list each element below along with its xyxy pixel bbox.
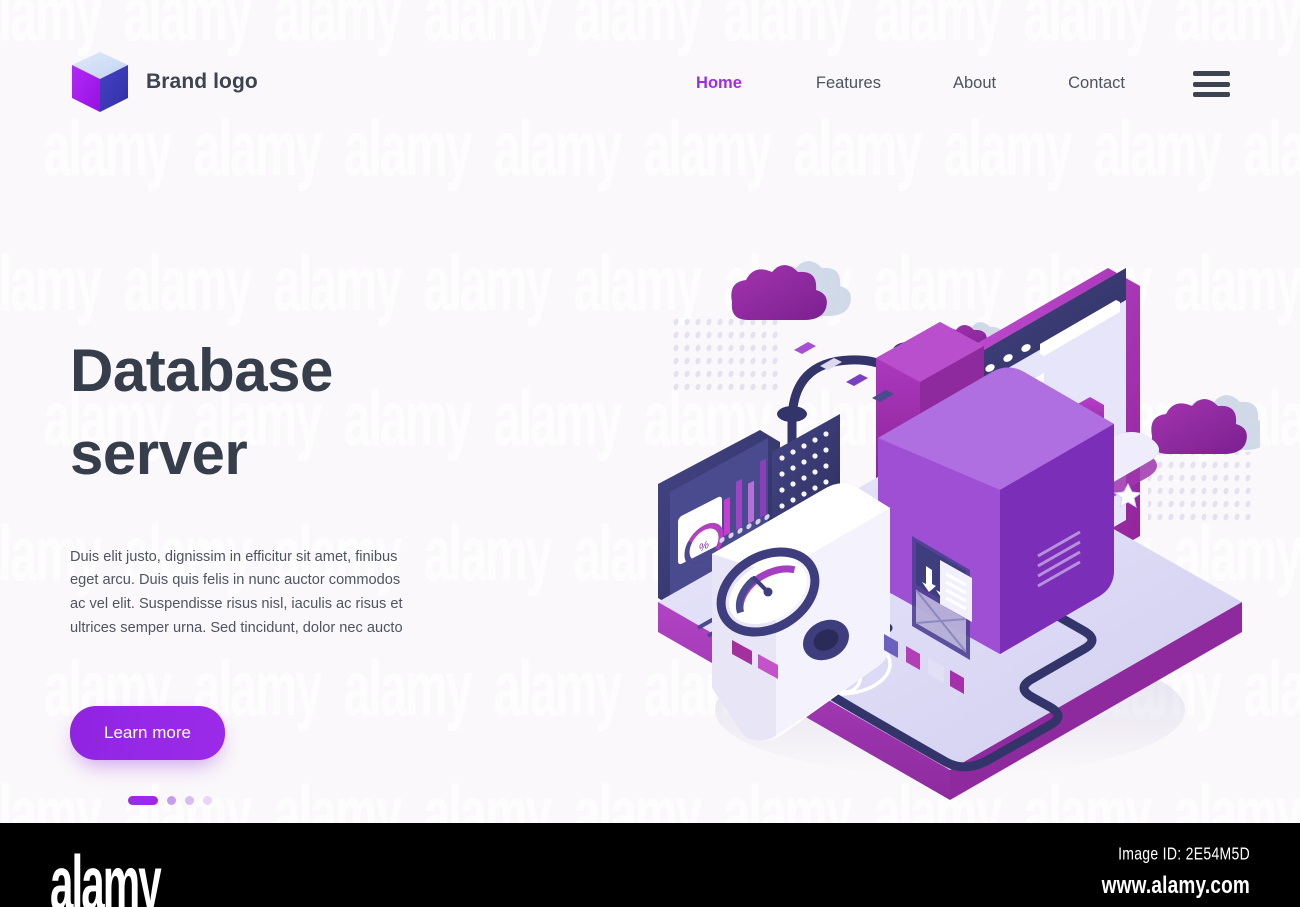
lamp-joint [777, 406, 807, 422]
brand-logo[interactable]: Brand logo [70, 50, 258, 114]
carousel-dot[interactable] [185, 796, 194, 806]
rain-cloud-right [1148, 395, 1260, 524]
page-title: Database server [70, 337, 333, 487]
hamburger-bar [1193, 92, 1230, 97]
hamburger-menu-icon[interactable] [1193, 71, 1230, 97]
carousel-dot[interactable] [167, 796, 176, 806]
main-navigation: Home Features About Contact [696, 70, 1230, 97]
isometric-cube-icon [70, 50, 130, 114]
alamy-watermark-bar: alamy Image ID: 2E54M5D www.alamy.com [0, 823, 1300, 907]
carousel-dot[interactable] [203, 796, 212, 806]
nav-item-features[interactable]: Features [816, 70, 881, 97]
alamy-logo: alamy [50, 840, 162, 907]
landing-page: alamyalamyalamyalamyalamyalamyalamyalamy… [0, 0, 1300, 907]
nav-item-home[interactable]: Home [696, 70, 742, 97]
hamburger-bar [1193, 71, 1230, 76]
hamburger-bar [1193, 81, 1230, 87]
nav-item-about[interactable]: About [953, 70, 996, 97]
isometric-database-server-illustration: % [640, 240, 1260, 800]
hero-copy-column: Database server Duis elit justo, digniss… [70, 330, 490, 806]
site-header: Brand logo Home Features About Contact [0, 0, 1300, 160]
carousel-pagination [128, 796, 490, 806]
hero-paragraph: Duis elit justo, dignissim in efficitur … [70, 548, 403, 636]
nav-item-contact[interactable]: Contact [1068, 70, 1125, 97]
alamy-url-label: www.alamy.com [1101, 873, 1250, 900]
learn-more-button[interactable]: Learn more [70, 706, 225, 761]
carousel-dot-active[interactable] [128, 796, 158, 806]
brand-name-label: Brand logo [146, 70, 258, 93]
footer-meta: Image ID: 2E54M5D www.alamy.com [1102, 843, 1250, 899]
hero-section: Brand logo Home Features About Contact D… [0, 0, 1300, 823]
rain-cloud-left [672, 261, 851, 390]
image-id-label: Image ID: 2E54M5D [1118, 843, 1250, 863]
